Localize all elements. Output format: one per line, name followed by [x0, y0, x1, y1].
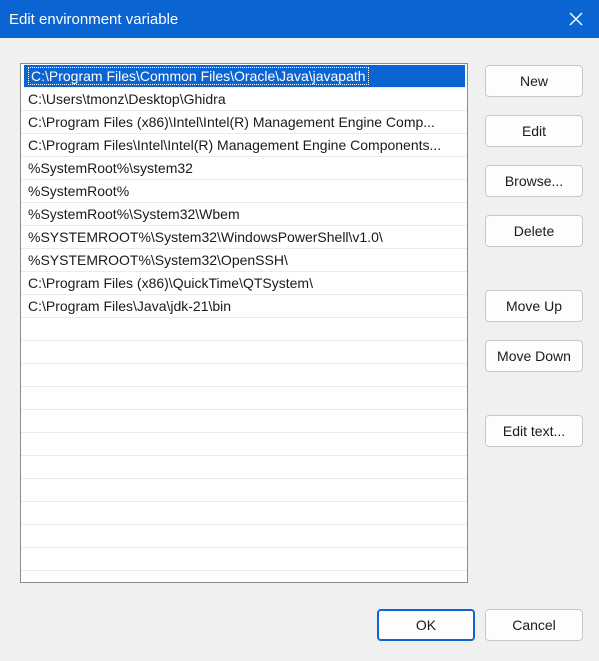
move-down-button[interactable]: Move Down	[485, 340, 583, 372]
browse-button[interactable]: Browse...	[485, 165, 583, 197]
path-list-item[interactable]: C:\Users\tmonz\Desktop\Ghidra	[21, 88, 467, 111]
empty-list-row[interactable]	[21, 410, 467, 433]
window-title: Edit environment variable	[9, 11, 179, 28]
cancel-button[interactable]: Cancel	[485, 609, 583, 641]
empty-list-row[interactable]	[21, 502, 467, 525]
empty-list-row[interactable]	[21, 318, 467, 341]
path-text: C:\Program Files\Java\jdk-21\bin	[28, 298, 232, 314]
path-text: C:\Program Files\Intel\Intel(R) Manageme…	[28, 137, 442, 153]
empty-list-row[interactable]	[21, 456, 467, 479]
empty-list-row[interactable]	[21, 548, 467, 571]
empty-list-row[interactable]	[21, 525, 467, 548]
ok-button[interactable]: OK	[377, 609, 475, 641]
path-list-item[interactable]: %SYSTEMROOT%\System32\OpenSSH\	[21, 249, 467, 272]
path-list-item[interactable]: C:\Program Files (x86)\Intel\Intel(R) Ma…	[21, 111, 467, 134]
path-text: C:\Program Files (x86)\QuickTime\QTSyste…	[28, 275, 313, 291]
empty-list-row[interactable]	[21, 387, 467, 410]
empty-list-row[interactable]	[21, 479, 467, 502]
path-text: %SystemRoot%\system32	[28, 160, 193, 176]
path-list-item[interactable]: %SystemRoot%\system32	[21, 157, 467, 180]
empty-list-row[interactable]	[21, 364, 467, 387]
path-list-item[interactable]: C:\Program Files\Java\jdk-21\bin	[21, 295, 467, 318]
edit-button[interactable]: Edit	[485, 115, 583, 147]
path-text: %SystemRoot%	[28, 183, 130, 199]
path-list-item[interactable]: %SYSTEMROOT%\System32\WindowsPowerShell\…	[21, 226, 467, 249]
close-button[interactable]	[553, 0, 599, 38]
path-list-item[interactable]: %SystemRoot%\System32\Wbem	[21, 203, 467, 226]
path-text: C:\Program Files\Common Files\Oracle\Jav…	[28, 67, 369, 85]
path-list-item[interactable]: C:\Program Files\Intel\Intel(R) Manageme…	[21, 134, 467, 157]
close-icon	[569, 12, 583, 26]
delete-button[interactable]: Delete	[485, 215, 583, 247]
path-text: %SYSTEMROOT%\System32\WindowsPowerShell\…	[28, 229, 383, 245]
empty-list-row[interactable]	[21, 433, 467, 456]
path-text: %SYSTEMROOT%\System32\OpenSSH\	[28, 252, 288, 268]
move-up-button[interactable]: Move Up	[485, 290, 583, 322]
path-list-item[interactable]: C:\Program Files (x86)\QuickTime\QTSyste…	[21, 272, 467, 295]
path-list-item[interactable]: %SystemRoot%	[21, 180, 467, 203]
edit-text-button[interactable]: Edit text...	[485, 415, 583, 447]
path-text: C:\Users\tmonz\Desktop\Ghidra	[28, 91, 226, 107]
path-text: %SystemRoot%\System32\Wbem	[28, 206, 240, 222]
new-button[interactable]: New	[485, 65, 583, 97]
path-text: C:\Program Files (x86)\Intel\Intel(R) Ma…	[28, 114, 435, 130]
title-bar: Edit environment variable	[0, 0, 599, 38]
path-list[interactable]: C:\Program Files\Common Files\Oracle\Jav…	[20, 63, 468, 583]
empty-list-row[interactable]	[21, 341, 467, 364]
path-list-item[interactable]: C:\Program Files\Common Files\Oracle\Jav…	[24, 65, 465, 88]
